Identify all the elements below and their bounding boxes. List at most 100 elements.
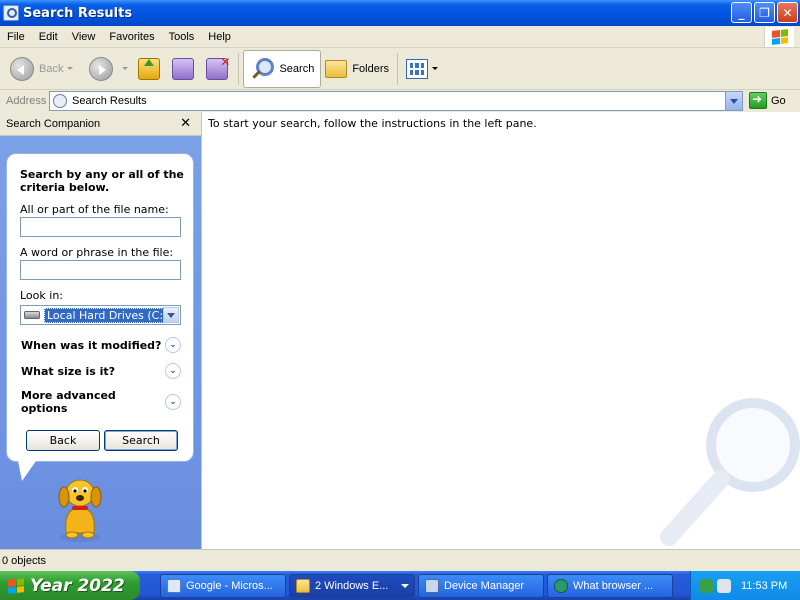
phrase-input[interactable] <box>20 260 181 280</box>
option-modified[interactable]: When was it modified? ⌄ <box>21 337 181 353</box>
go-arrow-icon <box>749 92 767 109</box>
lookin-dropdown-icon[interactable] <box>163 307 179 323</box>
watermark-magnifier-icon <box>660 398 800 546</box>
menu-favorites[interactable]: Favorites <box>102 31 161 43</box>
delete-icon[interactable] <box>206 55 230 80</box>
start-button[interactable]: Year 2022 <box>0 571 140 600</box>
menu-view[interactable]: View <box>65 31 103 43</box>
folders-label: Folders <box>352 62 390 75</box>
task-what-browser-label: What browser ... <box>573 579 654 592</box>
window-title: Search Results <box>23 5 133 21</box>
minimize-button[interactable]: _ <box>731 2 752 23</box>
option-size[interactable]: What size is it? ⌄ <box>21 363 181 379</box>
forward-dropdown-icon[interactable] <box>122 67 129 70</box>
network-icon[interactable] <box>699 578 713 593</box>
windows-flag-icon <box>8 577 24 594</box>
toolbar: Back Search Folders <box>0 48 800 90</box>
search-balloon: Search by any or all of the criteria bel… <box>6 153 194 462</box>
toolbar-separator <box>238 52 240 85</box>
back-label: Back <box>39 62 64 75</box>
search-companion-header: Search Companion ✕ <box>0 112 201 136</box>
group-dropdown-icon <box>401 583 409 588</box>
task-what-browser[interactable]: What browser ... <box>547 573 673 598</box>
address-value: Search Results <box>72 95 147 107</box>
lookin-value: Local Hard Drives (C:) <box>44 307 171 323</box>
search-results-icon <box>53 94 67 108</box>
toolbar-separator <box>397 52 399 85</box>
windows-flag-icon <box>772 29 788 45</box>
start-label: Year 2022 <box>30 575 125 596</box>
move-to-icon[interactable] <box>172 57 195 80</box>
address-label: Address <box>6 95 47 107</box>
go-button[interactable]: Go <box>749 92 786 109</box>
back-search-button[interactable]: Back <box>26 430 100 451</box>
go-label: Go <box>771 94 786 107</box>
balloon-tail <box>18 461 36 481</box>
expand-chevron-icon[interactable]: ⌄ <box>165 394 181 410</box>
filename-label: All or part of the file name: <box>20 203 169 216</box>
search-toggle-button[interactable]: Search <box>243 49 322 88</box>
address-dropdown-icon[interactable] <box>725 92 742 110</box>
magnifier-icon <box>250 57 275 81</box>
search-heading: Search by any or all of the criteria bel… <box>20 168 184 194</box>
browser-icon <box>167 578 181 593</box>
menu-tools[interactable]: Tools <box>162 31 202 43</box>
status-bar: 0 objects <box>0 549 800 571</box>
search-window-icon <box>3 5 19 21</box>
views-button[interactable] <box>402 51 442 87</box>
menu-help[interactable]: Help <box>201 31 238 43</box>
task-explorer-label: 2 Windows E... <box>315 579 389 592</box>
windows-logo <box>764 27 794 47</box>
close-button[interactable]: ✕ <box>777 2 798 23</box>
search-label: Search <box>279 62 315 75</box>
back-arrow-icon <box>10 56 34 81</box>
volume-icon[interactable] <box>717 578 731 593</box>
up-folder-icon[interactable] <box>138 57 161 80</box>
netscape-icon <box>554 578 568 593</box>
folder-icon <box>296 578 310 593</box>
address-input[interactable]: Search Results <box>49 91 743 111</box>
task-google[interactable]: Google - Micros... <box>160 573 286 598</box>
menu-file[interactable]: File <box>0 31 32 43</box>
views-dropdown-icon <box>432 67 439 70</box>
taskbar: Year 2022 Google - Micros... 2 Windows E… <box>0 571 800 600</box>
expand-chevron-icon[interactable]: ⌄ <box>165 363 181 379</box>
title-bar: Search Results _ ❐ ✕ <box>0 0 800 26</box>
task-windows-explorer[interactable]: 2 Windows E... <box>289 573 415 598</box>
forward-arrow-icon <box>89 56 114 81</box>
results-pane: To start your search, follow the instruc… <box>201 112 800 549</box>
option-advanced[interactable]: More advanced options ⌄ <box>21 389 181 415</box>
search-companion-title: Search Companion <box>6 117 101 130</box>
back-dropdown-icon[interactable] <box>67 67 74 70</box>
folder-icon <box>325 59 348 78</box>
search-dog-icon[interactable] <box>52 475 108 543</box>
window-controls: _ ❐ ✕ <box>731 2 798 23</box>
lookin-label: Look in: <box>20 289 63 302</box>
task-device-manager[interactable]: Device Manager <box>418 573 544 598</box>
task-device-manager-label: Device Manager <box>444 579 525 592</box>
lookin-select[interactable]: Local Hard Drives (C:) <box>20 305 181 325</box>
pane-close-icon[interactable]: ✕ <box>180 115 191 131</box>
task-google-label: Google - Micros... <box>186 579 273 592</box>
option-size-label: What size is it? <box>21 364 116 378</box>
clock[interactable]: 11:53 PM <box>741 580 787 592</box>
device-manager-icon <box>425 578 439 593</box>
system-tray: 11:53 PM <box>690 571 800 600</box>
phrase-label: A word or phrase in the file: <box>20 246 174 259</box>
folders-button[interactable]: Folders <box>321 51 393 87</box>
results-instructions: To start your search, follow the instruc… <box>208 117 537 130</box>
menu-bar: File Edit View Favorites Tools Help <box>0 26 800 48</box>
menu-edit[interactable]: Edit <box>32 31 65 43</box>
status-text: 0 objects <box>2 554 47 567</box>
address-bar: Address Search Results Go <box>0 90 800 112</box>
option-modified-label: When was it modified? <box>21 338 162 352</box>
search-button[interactable]: Search <box>104 430 178 451</box>
hard-drive-icon <box>24 311 40 319</box>
option-advanced-label: More advanced options <box>21 389 116 415</box>
forward-button[interactable] <box>85 51 132 87</box>
filename-input[interactable] <box>20 217 181 237</box>
views-icon <box>406 58 429 79</box>
maximize-button[interactable]: ❐ <box>754 2 775 23</box>
expand-chevron-icon[interactable]: ⌄ <box>165 337 181 353</box>
back-button[interactable]: Back <box>6 51 77 87</box>
